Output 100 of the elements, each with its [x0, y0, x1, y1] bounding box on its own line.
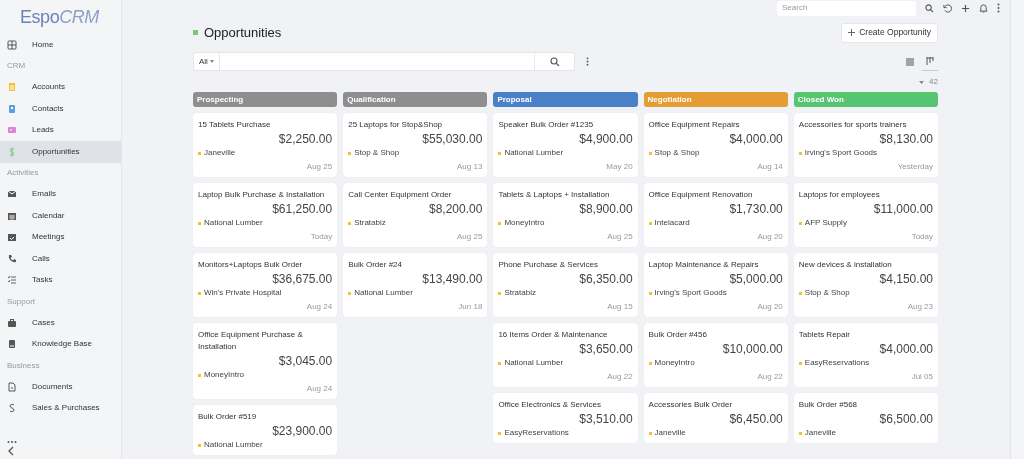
account-link[interactable]: Janeville	[804, 427, 836, 439]
opportunity-card[interactable]: Bulk Order #24 $13,490.00 National Lumber Jun 18	[343, 253, 488, 317]
sidebar-item[interactable]: Calls	[0, 248, 121, 270]
card-title[interactable]: New devices & installation	[798, 259, 933, 271]
card-title[interactable]: Laptop Bulk Purchase & Installation	[198, 189, 333, 201]
plus-icon[interactable]	[961, 3, 970, 13]
briefcase-icon	[7, 317, 17, 328]
search-icon[interactable]	[925, 3, 934, 13]
card-title[interactable]: Office Equipment Renovation	[648, 189, 783, 201]
account-link[interactable]: EasyReservations	[804, 357, 870, 369]
card-title[interactable]: 15 Tablets Purchase	[198, 119, 333, 131]
card-title[interactable]: Call Center Equipment Order	[348, 189, 483, 201]
card-title[interactable]: Laptop Maintenance & Repairs	[648, 259, 783, 271]
card-title[interactable]: Monitors+Laptops Bulk Order	[198, 259, 333, 271]
account-link[interactable]: MoneyIntro	[504, 217, 545, 229]
card-title[interactable]: Office Equipment Repairs	[648, 119, 783, 131]
sidebar-item[interactable]: Sales & Purchases	[0, 397, 121, 419]
account-link[interactable]: Stop & Shop	[354, 147, 400, 159]
kebab-menu-icon[interactable]	[997, 3, 1000, 13]
card-title[interactable]: Speaker Bulk Order #1235	[498, 119, 633, 131]
opportunity-card[interactable]: Speaker Bulk Order #1235 $4,900.00 National Lumber May 20	[493, 113, 638, 177]
caret-icon[interactable]	[919, 80, 925, 84]
sidebar-item[interactable]: Home	[0, 34, 121, 56]
notifications-icon[interactable]	[979, 3, 988, 13]
opportunity-card[interactable]: 25 Laptops for Stop&Shop $55,030.00 Stop & Shop Aug 13	[343, 113, 488, 177]
card-title[interactable]: Phone Purchase & Services	[498, 259, 633, 271]
account-link[interactable]: Stratabiz	[354, 217, 386, 229]
card-amount: $6,350.00	[578, 272, 633, 286]
account-link[interactable]: National Lumber	[204, 439, 263, 451]
opportunity-card[interactable]: 15 Tablets Purchase $2,250.00 Janeville Aug 25	[193, 113, 338, 177]
filter-dropdown[interactable]: All	[194, 53, 220, 70]
account-link[interactable]: Stop & Shop	[654, 147, 700, 159]
account-link[interactable]: Irving's Sport Goods	[804, 147, 878, 159]
sidebar-item[interactable]: Emails	[0, 183, 121, 205]
sidebar-item[interactable]: Meetings	[0, 226, 121, 248]
opportunity-card[interactable]: Office Electronics & Services $3,510.00 EasyReservations	[493, 393, 638, 443]
opportunity-card[interactable]: Laptop Maintenance & Repairs $5,000.00 Irving's Sport Goods Aug 20	[643, 253, 788, 317]
account-link[interactable]: National Lumber	[354, 287, 413, 299]
card-title[interactable]: Bulk Order #456	[648, 329, 783, 341]
card-title[interactable]: Accessories Bulk Order	[648, 399, 783, 411]
sidebar-item[interactable]: Documents	[0, 376, 121, 398]
opportunity-card[interactable]: Accessories Bulk Order $6,450.00 Janeville	[643, 393, 788, 443]
account-link[interactable]: National Lumber	[504, 147, 564, 159]
account-link[interactable]: AFP Supply	[804, 217, 847, 229]
more-icon[interactable]	[7, 440, 17, 444]
card-amount: $4,900.00	[578, 132, 633, 146]
kebab-menu-icon[interactable]	[586, 57, 589, 66]
opportunity-card[interactable]: Accessories for sports trainers $8,130.00 Irving's Sport Goods Yesterday	[793, 113, 938, 177]
card-date: Aug 24	[305, 383, 333, 395]
sidebar-item[interactable]: Knowledge Base	[0, 333, 121, 355]
sidebar-item[interactable]: Leads	[0, 119, 121, 141]
opportunity-card[interactable]: Bulk Order #519 $23,900.00 National Lumber	[193, 405, 338, 455]
card-title[interactable]: Bulk Order #24	[348, 259, 483, 271]
opportunity-card[interactable]: Office Equipment Repairs $4,000.00 Stop & Shop Aug 14	[643, 113, 788, 177]
account-link[interactable]: Stratabiz	[504, 287, 536, 299]
account-link[interactable]: National Lumber	[204, 217, 263, 229]
opportunity-card[interactable]: New devices & installation $4,150.00 Stop & Shop Aug 23	[793, 253, 938, 317]
card-title[interactable]: Bulk Order #519	[198, 411, 333, 423]
account-link[interactable]: Intelacard	[654, 217, 690, 229]
sidebar-item[interactable]: Calendar	[0, 205, 121, 227]
account-link[interactable]: National Lumber	[504, 357, 564, 369]
account-link[interactable]: EasyReservations	[504, 427, 569, 439]
collapse-icon[interactable]	[7, 446, 15, 456]
card-title[interactable]: 16 Items Order & Maintenance	[498, 329, 633, 341]
opportunity-card[interactable]: Bulk Order #456 $10,000.00 MoneyIntro Aug 22	[643, 323, 788, 387]
opportunity-card[interactable]: Monitors+Laptops Bulk Order $36,675.00 Win's Private Hospital Aug 24	[193, 253, 338, 317]
opportunity-card[interactable]: Phone Purchase & Services $6,350.00 Stratabiz Aug 15	[493, 253, 638, 317]
sidebar-item[interactable]: Tasks	[0, 269, 121, 291]
opportunity-card[interactable]: Office Equipment Renovation $1,730.00 Intelacard Aug 20	[643, 183, 788, 247]
opportunity-card[interactable]: Laptop Bulk Purchase & Installation $61,250.00 National Lumber Today	[193, 183, 338, 247]
card-title[interactable]: Office Equipment Purchase & Installation	[198, 329, 333, 353]
account-link[interactable]: Stop & Shop	[804, 287, 850, 299]
opportunity-card[interactable]: Call Center Equipment Order $8,200.00 Stratabiz Aug 25	[343, 183, 488, 247]
sidebar-item[interactable]: Cases	[0, 312, 121, 334]
account-link[interactable]: MoneyIntro	[204, 369, 245, 381]
account-link[interactable]: MoneyIntro	[654, 357, 695, 369]
sidebar-item[interactable]: Contacts	[0, 98, 121, 120]
opportunity-card[interactable]: Bulk Order #568 $6,500.00 Janeville	[793, 393, 938, 443]
card-title[interactable]: Tablets & Laptops + Installation	[498, 189, 633, 201]
card-title[interactable]: 25 Laptops for Stop&Shop	[348, 119, 483, 131]
create-button[interactable]: Create Opportunity	[841, 22, 938, 43]
opportunity-card[interactable]: Office Equipment Purchase & Installation $3,045.00 MoneyIntro Aug 24	[193, 323, 338, 399]
opportunity-card[interactable]: Tablets & Laptops + Installation $8,900.00 MoneyIntro Aug 25	[493, 183, 638, 247]
account-link[interactable]: Irving's Sport Goods	[654, 287, 727, 299]
column-header: Qualification	[343, 92, 488, 107]
card-amount: $11,000.00	[872, 202, 933, 216]
account-link[interactable]: Win's Private Hospital	[204, 287, 282, 299]
card-title[interactable]: Laptops for employees	[798, 189, 933, 201]
sidebar-item[interactable]: Accounts	[0, 76, 121, 98]
card-title[interactable]: Bulk Order #568	[798, 399, 933, 411]
account-link[interactable]: Janeville	[204, 147, 236, 159]
account-link[interactable]: Janeville	[654, 427, 686, 439]
card-title[interactable]: Tablets Repair	[798, 329, 933, 341]
opportunity-card[interactable]: Tablets Repair $4,000.00 EasyReservations Jul 05	[793, 323, 938, 387]
history-icon[interactable]	[943, 3, 952, 13]
card-title[interactable]: Accessories for sports trainers	[798, 119, 933, 131]
opportunity-card[interactable]: 16 Items Order & Maintenance $3,650.00 National Lumber Aug 22	[493, 323, 638, 387]
opportunity-card[interactable]: Laptops for employees $11,000.00 AFP Supply Today	[793, 183, 938, 247]
card-title[interactable]: Office Electronics & Services	[498, 399, 633, 411]
sidebar-item[interactable]: Opportunities	[0, 141, 121, 163]
